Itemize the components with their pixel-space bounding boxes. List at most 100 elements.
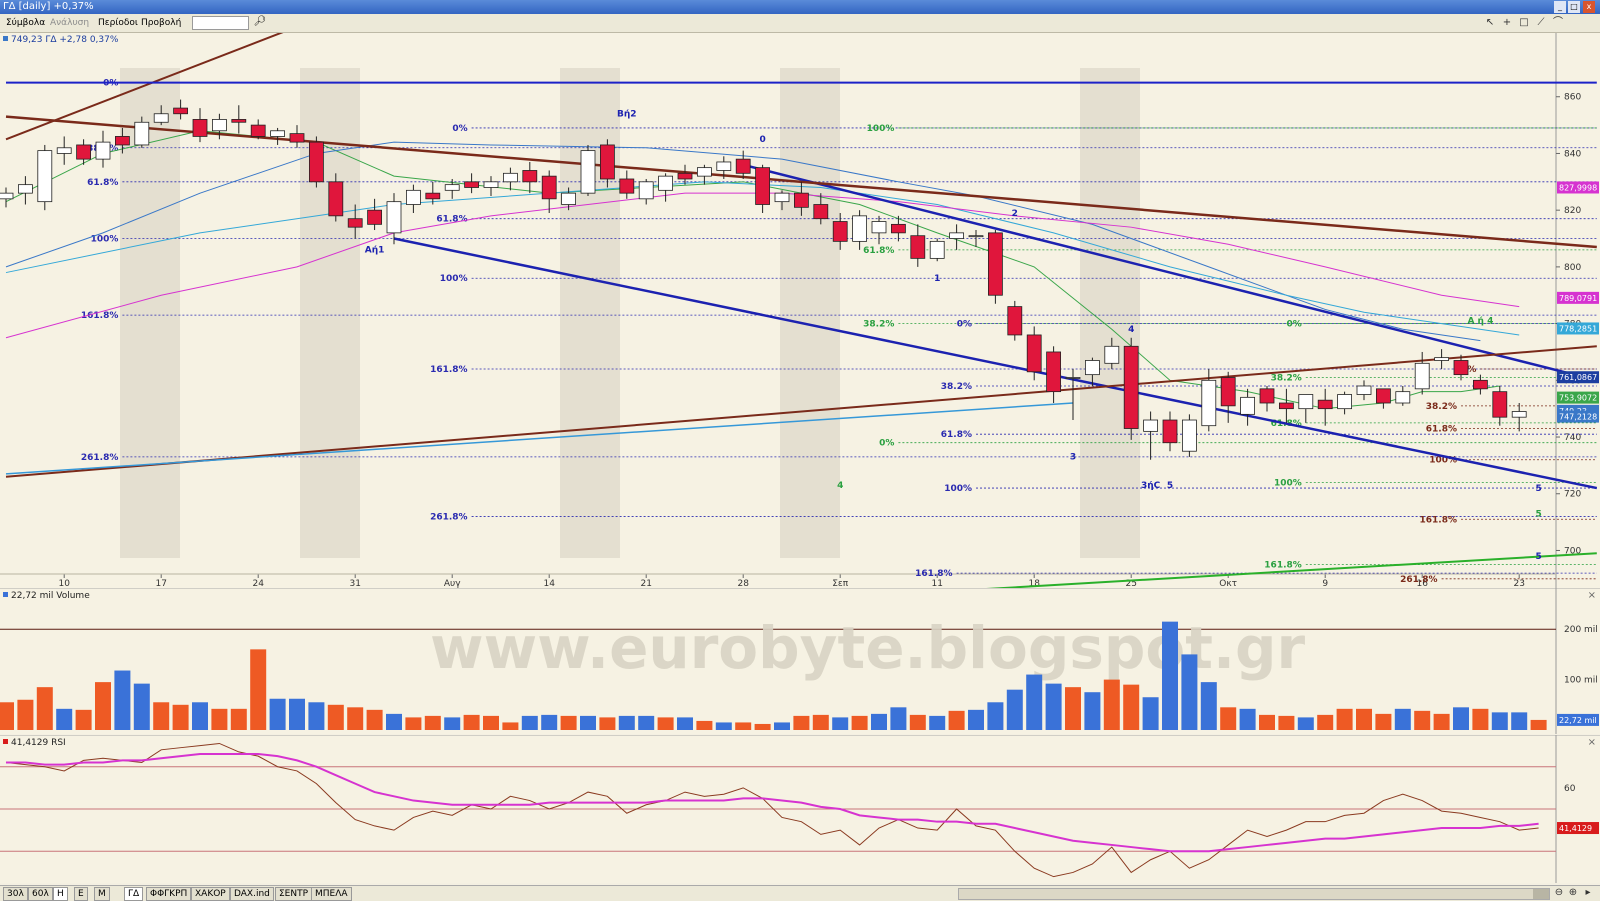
volume-bar [463,714,480,730]
cursor-icon[interactable]: ↖ [1483,16,1497,30]
line-tool-icon[interactable]: ⟋ [1534,16,1548,30]
tab-symbol-mpela[interactable]: ΜΠΕΛΑ [311,887,352,901]
zoom-in-icon[interactable]: ⊕ [1567,887,1579,899]
zoom-out-icon[interactable]: ⊖ [1553,887,1565,899]
menu-periods[interactable]: Περίοδοι [98,14,138,32]
candle-body [1337,394,1352,410]
menu-analysis[interactable]: Ανάλυση [50,14,89,32]
volume-bar [114,670,131,730]
candle-body [1376,388,1391,404]
fib-level-label: 161.8% [1264,561,1302,571]
volume-bar [230,708,247,730]
candle-body [347,218,363,228]
volume-bar [793,715,810,730]
volume-bar [1103,679,1120,730]
volume-bar [1433,713,1450,730]
tab-60min[interactable]: 60λ [28,887,53,901]
x-tick-label: 17 [155,579,166,588]
volume-bar [347,707,364,730]
menu-symbols[interactable]: Σύμβολα [6,14,45,32]
price-tag-label: 778,2851 [1559,324,1597,333]
tab-symbol-dax[interactable]: DAX.ind [230,887,274,901]
fib-level-label: 38.2% [941,382,972,392]
tab-30min[interactable]: 30λ [3,887,28,901]
volume-bar [1414,710,1431,730]
x-tick-label: 21 [640,579,651,588]
candle-body [1511,411,1527,418]
wave-label: Αή1 [365,246,385,256]
menu-bar: Σύμβολα Ανάλυση Περίοδοι Προβολή 🔎︎ ↖ + … [0,14,1600,33]
wave-label: 5 [1535,509,1541,519]
x-tick-label: 9 [1322,579,1328,588]
volume-panel-title: 22,72 mil Volume [11,591,90,601]
volume-bar [1356,708,1372,730]
y-tick-label: 840 [1564,149,1581,159]
horizontal-scrollbar[interactable] [958,888,1550,900]
volume-close-icon[interactable]: × [1588,590,1596,601]
scrollbar-thumb[interactable] [1533,889,1549,899]
volume-bar [1453,707,1469,730]
candle-body [1356,385,1372,395]
crosshair-icon[interactable]: + [1500,16,1514,30]
rsi-chart[interactable]: 604041,412941,4129 RSI [0,734,1600,883]
y-tick-label: 860 [1564,93,1581,103]
minimize-button[interactable]: _ [1554,1,1566,13]
fib-level-label: 161.8% [915,569,953,579]
volume-bar [0,702,14,730]
volume-bar [211,708,228,730]
volume-bar [1317,714,1334,730]
tab-symbol-xakor[interactable]: ΧΑΚΟΡ [191,887,230,901]
volume-bar [1084,692,1101,730]
candle-body [832,221,848,242]
close-button[interactable]: x [1583,1,1595,13]
candle-body [1492,391,1508,418]
volume-bar [1491,712,1508,730]
wave-label: 2 [1012,209,1018,219]
fib-level-label: 261.8% [1400,575,1438,585]
volume-bar [17,699,34,730]
candle-body [211,119,227,132]
arc-tool-icon[interactable]: ⌒ [1551,16,1565,30]
candle-body [677,172,693,180]
tab-weekly[interactable]: E [74,887,88,901]
candle-body [1453,360,1469,376]
volume-bar [250,649,267,730]
tab-daily[interactable]: H [53,887,68,901]
volume-bar [1239,708,1256,730]
tab-symbol-sentr[interactable]: ΣΕΝΤΡ [275,887,313,901]
tab-symbol-gd[interactable]: ΓΔ [124,887,144,901]
maximize-button[interactable]: □ [1568,1,1580,13]
candle-body [910,235,926,259]
fib-level-label: 38.2% [863,320,894,330]
menu-view[interactable]: Προβολή [141,14,181,32]
volume-tick-label: 200 mil [1564,625,1598,635]
candle-body [56,147,72,154]
volume-bar [812,714,829,730]
volume-bar [1006,689,1023,730]
tab-symbol-ffgkrp[interactable]: ΦΦΓΚΡΠ [146,887,192,901]
symbol-search-input[interactable] [192,16,249,30]
candle-body [658,175,673,191]
window-titlebar: ΓΔ [daily] +0,37% _ □ x [0,0,1600,14]
volume-bar [560,715,577,730]
candle-body [1259,388,1275,404]
tab-monthly[interactable]: M [94,887,110,901]
rectangle-tool-icon[interactable]: □ [1517,16,1531,30]
fib-level-label: 100% [867,124,895,134]
scroll-right-icon[interactable]: ▸ [1582,887,1594,899]
candle-body [1162,419,1178,444]
volume-bar [1511,712,1528,730]
candle-body [1473,379,1488,390]
volume-bar [56,708,73,730]
volume-bar [1278,715,1295,730]
candle-body [988,232,1003,296]
candle-body [541,175,557,200]
fib-level-label: 61.8% [941,430,972,440]
search-icon[interactable]: 🔎︎ [253,15,267,29]
fib-level-label: 38.2% [1426,402,1457,412]
rsi-close-icon[interactable]: × [1588,737,1596,748]
candle-body [231,119,247,123]
volume-chart[interactable]: 100 mil200 milwww.eurobyte.blogspot.gr22… [0,587,1600,734]
candle-body [1123,345,1139,429]
price-chart[interactable]: 70072074076078080082084086010172431Αυγ14… [0,10,1600,594]
